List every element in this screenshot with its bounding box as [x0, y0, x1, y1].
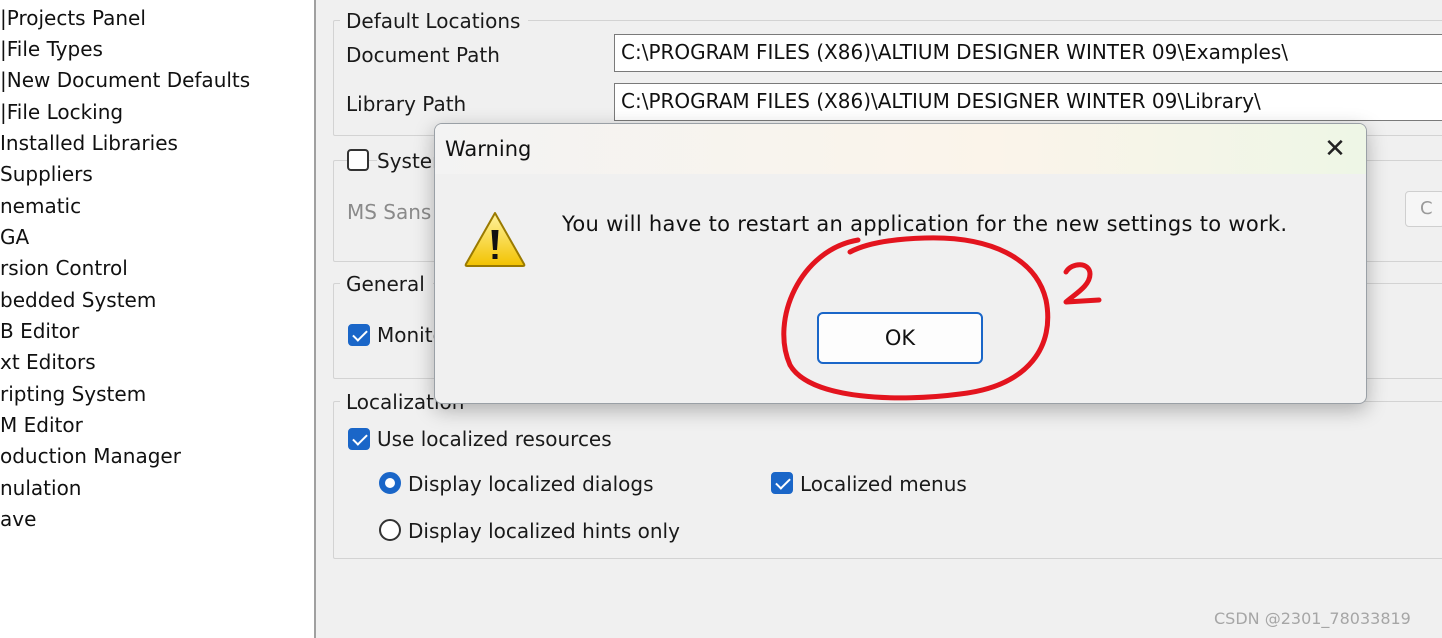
- tree-item-file-locking[interactable]: |File Locking: [0, 97, 123, 127]
- tree-item-new-document-defaults[interactable]: |New Document Defaults: [0, 65, 250, 95]
- tree-item-fpga[interactable]: GA: [0, 222, 29, 252]
- display-dialogs-label: Display localized dialogs: [408, 472, 654, 496]
- display-hints-label: Display localized hints only: [408, 519, 680, 543]
- tree-item-scripting-system[interactable]: ripting System: [0, 379, 146, 409]
- tree-item-version-control[interactable]: rsion Control: [0, 253, 128, 283]
- tree-item-schematic[interactable]: nematic: [0, 191, 81, 221]
- tree-item-embedded-system[interactable]: bedded System: [0, 285, 156, 315]
- warning-icon: [464, 212, 526, 267]
- monitor-checkbox[interactable]: [348, 324, 370, 346]
- watermark: CSDN @2301_78033819: [1214, 609, 1411, 628]
- dialog-titlebar[interactable]: Warning ✕: [435, 124, 1366, 174]
- tree-item-installed-libraries[interactable]: Installed Libraries: [0, 128, 178, 158]
- document-path-field[interactable]: C:\PROGRAM FILES (X86)\ALTIUM DESIGNER W…: [614, 34, 1442, 72]
- tree-item-cam-editor[interactable]: M Editor: [0, 410, 83, 440]
- document-path-label: Document Path: [346, 43, 500, 67]
- display-hints-radio[interactable]: [379, 519, 401, 541]
- tree-item-production-manager[interactable]: oduction Manager: [0, 441, 181, 471]
- localized-menus-checkbox[interactable]: [771, 472, 793, 494]
- tree-item-projects-panel[interactable]: |Projects Panel: [0, 3, 146, 33]
- dialog-title: Warning: [445, 137, 532, 161]
- library-path-label: Library Path: [346, 92, 467, 116]
- library-path-field[interactable]: C:\PROGRAM FILES (X86)\ALTIUM DESIGNER W…: [614, 83, 1442, 121]
- options-tree: |Projects Panel |File Types |New Documen…: [0, 0, 314, 638]
- close-icon[interactable]: ✕: [1318, 132, 1352, 166]
- localized-menus-label: Localized menus: [800, 472, 967, 496]
- use-localized-checkbox[interactable]: [348, 428, 370, 450]
- panel-divider[interactable]: [314, 0, 316, 638]
- tree-item-simulation[interactable]: nulation: [0, 473, 81, 503]
- ok-button[interactable]: OK: [817, 312, 983, 364]
- tree-item-file-types[interactable]: |File Types: [0, 34, 103, 64]
- dialog-message: You will have to restart an application …: [562, 212, 1288, 236]
- tree-item-text-editors[interactable]: xt Editors: [0, 347, 96, 377]
- general-title: General: [340, 271, 433, 297]
- system-font-checkbox[interactable]: [347, 149, 369, 171]
- system-font-name: MS Sans: [347, 200, 432, 224]
- warning-dialog: Warning ✕ You will have to restart an ap…: [434, 123, 1367, 404]
- default-locations-title: Default Locations: [340, 8, 529, 34]
- use-localized-label: Use localized resources: [377, 427, 612, 451]
- change-font-button[interactable]: C: [1405, 191, 1442, 227]
- tree-item-suppliers[interactable]: Suppliers: [0, 159, 93, 189]
- tree-item-pcb-editor[interactable]: B Editor: [0, 316, 79, 346]
- display-dialogs-radio[interactable]: [379, 472, 401, 494]
- tree-item-wave[interactable]: ave: [0, 504, 36, 534]
